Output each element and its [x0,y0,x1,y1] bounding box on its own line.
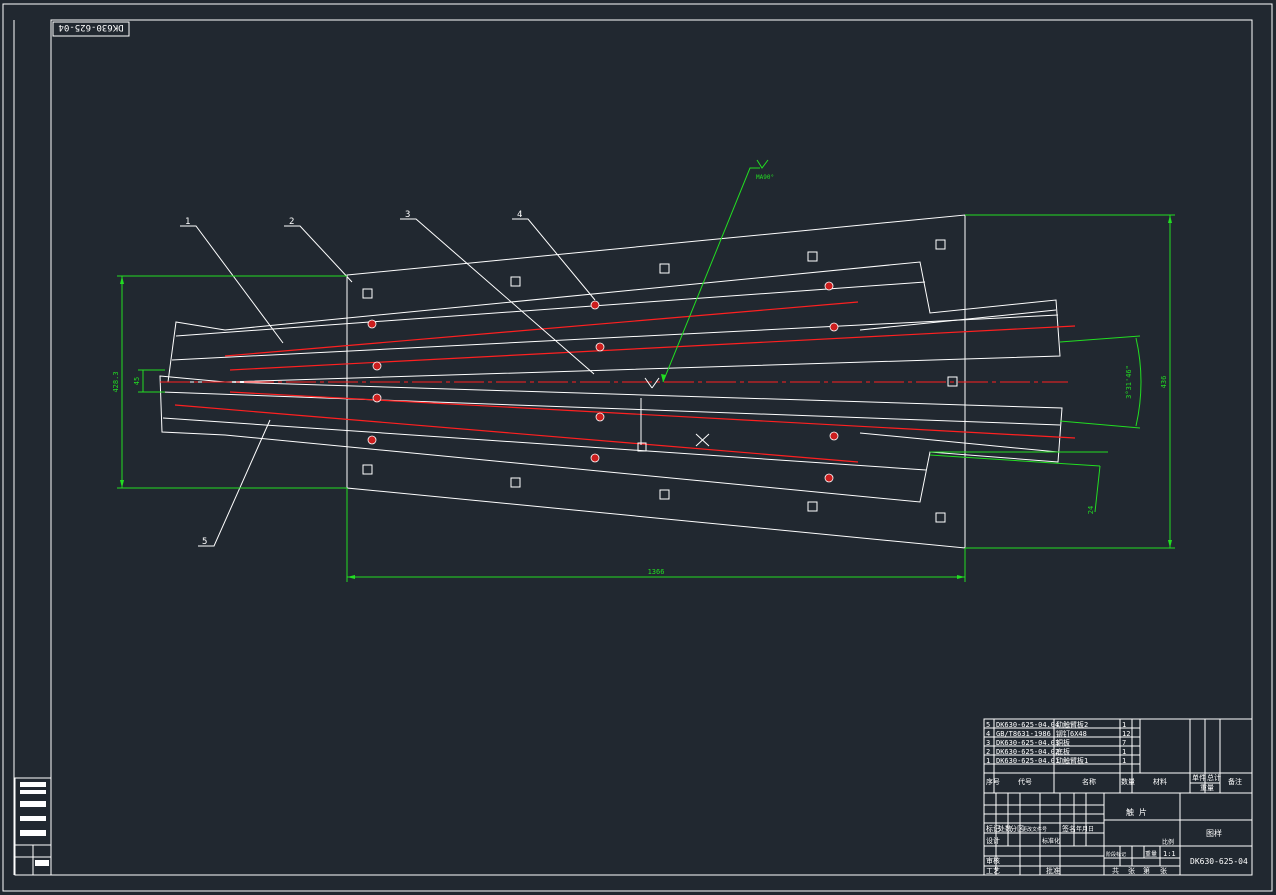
bom-row-2-code: DK630-625-04.02 [996,748,1059,756]
bom-row-3-qty: 7 [1122,739,1126,747]
callout-2: 2 [289,217,294,227]
bom-header-total: 总计 [1207,773,1221,782]
tb-sheet-2: 张 [1160,866,1167,875]
tb-stage: 阶段标记 [1106,851,1126,858]
bom-row-3-name: 铜板 [1056,738,1070,747]
bom-row-5-code: DK630-625-04.04 [996,721,1059,729]
title-block-texts: 触 片 图样 DK630-625-04 1:1 标记 处数 分区 更改文件号 签… [986,807,1248,875]
bom-row-1-name: 动触臂板1 [1056,756,1088,765]
bom-header-name: 名称 [1082,777,1096,786]
dim-offset: 45 [133,377,141,385]
dim-left-height: 428.3 [112,371,120,392]
bom-row-4-name: 铆钉6X48 [1056,729,1087,738]
bom-header-single: 单件 [1192,773,1206,782]
tb-change-doc: 更改文件号 [1022,826,1047,833]
dim-slope: 3°31'46" [1125,365,1133,399]
square-holes [362,239,958,523]
tb-weight: 重量 [1145,850,1157,858]
bom-row-4-qty: 12 [1122,730,1130,738]
bom-row-5-no: 5 [986,721,990,729]
sheet-inner-border [50,19,1253,876]
bom-row-1-qty: 1 [1122,757,1126,765]
bom-header-remark: 备注 [1228,777,1242,786]
bom-row-2-qty: 1 [1122,748,1126,756]
title-scale: 1:1 [1163,850,1176,858]
bom-row-1-no: 1 [986,757,990,765]
bom-row-2-name: 底板 [1056,747,1070,756]
bom-rows: 5 DK630-625-04.04 动触臂板2 1 4 GB/T8631-198… [986,720,1242,792]
tb-design: 设计 [986,836,1000,845]
title-unit: 图样 [1206,828,1222,838]
title-part-name: 触 片 [1126,807,1147,817]
cad-drawing-canvas: DK630-625-04 1 2 3 4 5 428.3 45 1366 436… [2,3,1273,892]
bom-header-code: 代号 [1018,777,1032,786]
dim-gap: 24 [1087,506,1095,514]
tb-ratio: 比例 [1162,838,1174,846]
weld-symbol-text: MA90° [756,174,774,181]
bom-row-5-qty: 1 [1122,721,1126,729]
callout-3: 3 [405,210,410,220]
dimension-texts: 428.3 45 1366 436 3°31'46" 24 MA90° [112,174,1168,576]
tb-review: 审核 [986,856,1000,865]
tb-date: 年月日 [1076,825,1094,833]
bom-header-weight: 重量 [1200,784,1214,792]
tb-standard: 标准化 [1042,837,1060,845]
bom-row-1-code: DK630-625-04.01 [996,757,1059,765]
title-drawing-number: DK630-625-04 [1190,857,1248,866]
bom-row-4-code: GB/T8631-1986 [996,730,1051,738]
callout-5: 5 [202,537,207,547]
tb-sign: 签名 [1062,824,1076,833]
callout-1: 1 [185,217,190,227]
rotated-drawing-number: DK630-625-04 [52,21,130,37]
tb-process: 工艺 [986,867,1000,875]
bom-row-3-no: 3 [986,739,990,747]
dim-total-height: 436 [1160,376,1168,389]
tb-sheet-total: 共 [1112,866,1119,875]
dim-total-length: 1366 [648,568,665,576]
bom-row-2-no: 2 [986,748,990,756]
tb-sheet-no: 第 [1143,866,1150,875]
bom-row-4-no: 4 [986,730,990,738]
left-strip-blocks [14,777,52,876]
dimension-arrows [120,215,1172,579]
bom-header-qty: 数量 [1121,777,1135,786]
dimension-lines [117,159,1175,582]
bom-header-no: 序号 [986,777,1000,786]
svg-text:DK630-625-04: DK630-625-04 [58,22,123,32]
callout-4: 4 [517,210,522,220]
bom-row-5-name: 动触臂板2 [1056,720,1088,729]
bom-row-3-code: DK630-625-04.03 [996,739,1059,747]
tb-sheet: 张 [1128,866,1135,875]
bom-header-mat: 材料 [1153,777,1167,786]
tb-approve: 批准 [1046,866,1060,875]
